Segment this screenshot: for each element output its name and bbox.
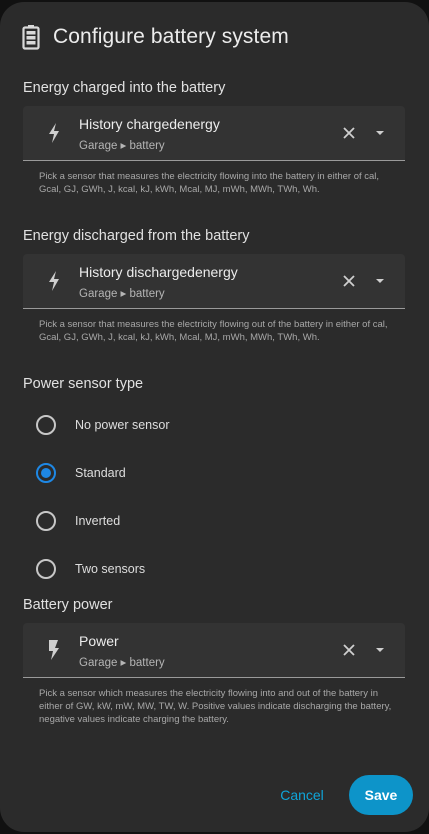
flash-icon [49,640,59,660]
radio-button[interactable] [36,415,56,435]
radio-button-checked[interactable] [36,463,56,483]
discharged-sensor-area: Garage ▸ battery [79,288,165,300]
clear-icon[interactable] [341,125,357,141]
radio-standard[interactable]: Standard [36,461,126,485]
radio-label: No power sensor [75,418,170,432]
charged-section-label: Energy charged into the battery [23,80,226,96]
radio-inverted[interactable]: Inverted [36,509,120,533]
charged-helper-text: Pick a sensor that measures the electric… [39,171,380,195]
battery-icon [21,23,41,51]
dropdown-arrow-icon[interactable] [375,129,385,137]
battery-power-sensor-name: Power [79,633,119,649]
radio-label: Inverted [75,514,121,528]
clear-icon[interactable] [341,642,357,658]
lightning-bolt-icon [49,123,59,143]
battery-power-sensor-area: Garage ▸ battery [79,657,165,669]
battery-power-helper-text: Pick a sensor which measures the electri… [39,688,392,725]
battery-power-entity-picker[interactable]: Power Garage ▸ battery [23,623,405,678]
cancel-button[interactable]: Cancel [268,787,336,809]
radio-no-power-sensor[interactable]: No power sensor [36,413,170,437]
radio-button[interactable] [36,559,56,579]
charged-sensor-name: History chargedenergy [79,116,220,132]
radio-label: Standard [75,466,126,480]
radio-button[interactable] [36,511,56,531]
power-type-label: Power sensor type [23,376,144,392]
clear-icon[interactable] [341,273,357,289]
dropdown-arrow-icon[interactable] [375,646,385,654]
configure-battery-dialog: Configure battery system Energy charged … [0,2,429,832]
charged-sensor-area: Garage ▸ battery [79,140,165,152]
lightning-bolt-icon [49,271,59,291]
discharged-sensor-name: History dischargedenergy [79,264,238,280]
discharged-section-label: Energy discharged from the battery [23,228,250,244]
radio-two-sensors[interactable]: Two sensors [36,557,145,581]
discharged-helper-text: Pick a sensor that measures the electric… [39,319,388,343]
battery-power-label: Battery power [23,597,113,613]
discharged-entity-picker[interactable]: History dischargedenergy Garage ▸ batter… [23,254,405,309]
dialog-header: Configure battery system [21,22,289,52]
radio-label: Two sensors [75,562,146,576]
dropdown-arrow-icon[interactable] [375,277,385,285]
charged-entity-picker[interactable]: History chargedenergy Garage ▸ battery [23,106,405,161]
save-button[interactable]: Save [349,775,413,815]
dialog-title: Configure battery system [53,25,289,48]
